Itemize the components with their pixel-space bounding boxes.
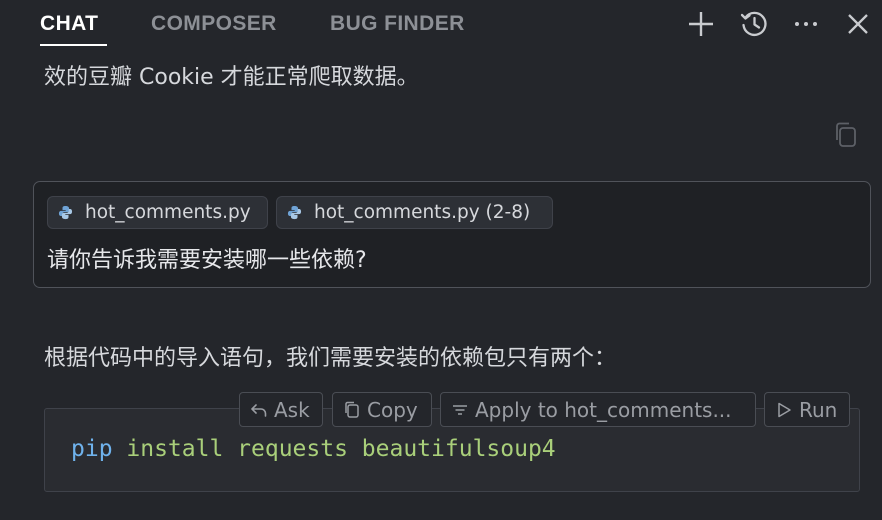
- ask-button[interactable]: Ask: [239, 392, 323, 427]
- code-token-args: install requests beautifulsoup4: [112, 436, 556, 462]
- play-icon: [775, 401, 793, 419]
- chat-panel: CHAT COMPOSER BUG FINDER 效的豆瓣 Cookie 才能正…: [0, 0, 882, 520]
- user-message-text: 请你告诉我需要安装哪一些依赖?: [47, 248, 367, 273]
- attachment-label: hot_comments.py: [85, 202, 251, 223]
- attachment-chip[interactable]: hot_comments.py: [47, 196, 268, 229]
- history-icon[interactable]: [739, 9, 769, 39]
- copy-icon: [343, 401, 361, 419]
- active-tab-indicator: [40, 44, 107, 46]
- more-icon[interactable]: [791, 9, 821, 39]
- apply-icon: [451, 401, 469, 419]
- plus-icon[interactable]: [686, 9, 716, 39]
- user-message-card[interactable]: hot_comments.py hot_comments.py (2-8) 请你…: [33, 181, 871, 288]
- run-button[interactable]: Run: [764, 392, 850, 427]
- undo-icon: [250, 401, 268, 419]
- tab-chat[interactable]: CHAT: [40, 12, 98, 36]
- python-icon: [287, 205, 302, 220]
- tab-bug-finder[interactable]: BUG FINDER: [330, 12, 465, 36]
- tab-composer[interactable]: COMPOSER: [151, 12, 277, 36]
- panel-header: CHAT COMPOSER BUG FINDER: [0, 0, 882, 50]
- run-label: Run: [799, 397, 838, 422]
- code-line: pip install requests beautifulsoup4: [71, 436, 556, 462]
- apply-button[interactable]: Apply to hot_comments...: [440, 392, 756, 427]
- ai-answer-text: 根据代码中的导入语句，我们需要安装的依赖包只有两个：: [44, 346, 617, 371]
- copy-button[interactable]: Copy: [332, 392, 432, 427]
- attachment-label: hot_comments.py (2-8): [314, 202, 531, 223]
- ask-label: Ask: [274, 397, 310, 422]
- apply-label: Apply to hot_comments...: [475, 397, 732, 422]
- close-icon[interactable]: [843, 9, 873, 39]
- attachment-chip[interactable]: hot_comments.py (2-8): [276, 196, 553, 229]
- copy-label: Copy: [367, 397, 418, 422]
- code-token-command: pip: [71, 436, 113, 462]
- copy-message-icon[interactable]: [832, 121, 860, 149]
- python-icon: [58, 205, 73, 220]
- ai-message-text: 效的豆瓣 Cookie 才能正常爬取数据。: [44, 65, 419, 90]
